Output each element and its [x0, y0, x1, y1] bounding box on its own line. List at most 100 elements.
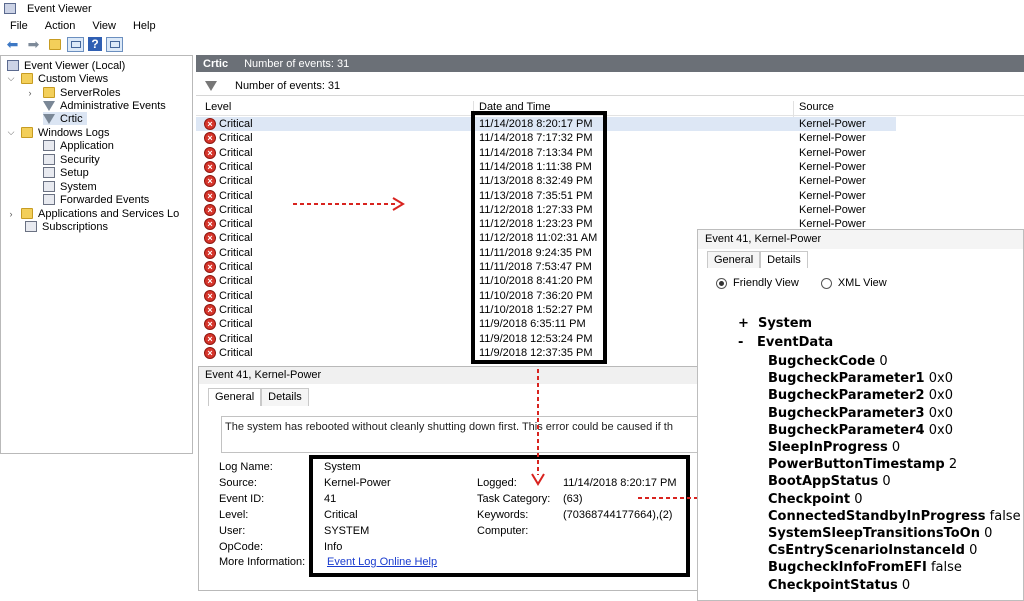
folder-icon — [21, 73, 33, 84]
source-cell: Kernel-Power — [799, 203, 866, 216]
critical-icon: × — [204, 346, 216, 359]
level-cell: × Critical — [204, 332, 253, 346]
tree-setup[interactable]: Setup — [43, 166, 89, 179]
field-value: 0 — [891, 440, 901, 455]
level-text: Critical — [219, 275, 253, 288]
details-highlight-box — [309, 455, 690, 577]
log-name-label: Log Name: — [219, 461, 273, 473]
level-cell: × Critical — [204, 346, 253, 360]
xml-view-radio[interactable] — [820, 277, 832, 289]
help-icon[interactable]: ? — [88, 37, 102, 51]
action-pane-icon[interactable] — [106, 36, 123, 52]
tree-windows-logs[interactable]: ⌵ Windows Logs — [6, 126, 110, 139]
tab-details[interactable]: Details — [261, 388, 309, 406]
eventdata-field: BugcheckParameter2 0x0 — [768, 388, 953, 403]
friendly-view-radio[interactable] — [716, 277, 727, 289]
window-title: Event Viewer — [27, 2, 92, 15]
field-value: 0 — [882, 474, 891, 490]
menu-view[interactable]: View — [82, 20, 123, 32]
level-cell: × Critical — [204, 146, 253, 160]
chevron-right-icon[interactable]: › — [25, 88, 35, 98]
critical-icon: × — [204, 203, 216, 216]
tab-general[interactable]: General — [208, 388, 262, 406]
back-arrow-icon[interactable]: ⬅ — [4, 37, 21, 52]
level-cell: × Critical — [204, 174, 253, 188]
critical-icon: × — [204, 118, 216, 130]
xml-view-label: XML View — [837, 277, 887, 289]
tree-apps-services[interactable]: › Applications and Services Lo — [6, 207, 180, 220]
menu-file[interactable]: File — [0, 20, 35, 32]
eventdata-field: ConnectedStandbyInProgress false — [768, 509, 1021, 524]
system-node[interactable]: + System — [738, 316, 812, 331]
level-cell: × Critical — [204, 117, 253, 131]
level-text: Critical — [219, 261, 253, 273]
field-value: 0 — [984, 526, 993, 541]
level-cell: × Critical — [204, 203, 253, 217]
column-header: Level Date and Time Source — [196, 99, 1024, 118]
filter-event-count: Number of events: 31 — [235, 79, 341, 92]
filter-icon[interactable] — [205, 80, 217, 91]
filter-icon — [43, 113, 55, 124]
tree-application[interactable]: Application — [43, 139, 114, 152]
tree-security[interactable]: Security — [43, 153, 100, 166]
column-source[interactable]: Source — [799, 101, 834, 113]
forward-arrow-icon[interactable]: ➡ — [25, 37, 42, 52]
popup-tab-details[interactable]: Details — [760, 251, 808, 268]
chevron-down-icon[interactable]: ⌵ — [6, 73, 16, 84]
field-value: 0 — [879, 354, 888, 369]
popup-tab-general[interactable]: General — [707, 251, 761, 268]
column-divider[interactable] — [793, 101, 794, 118]
tree-server-roles[interactable]: › ServerRoles — [25, 86, 121, 99]
level-text: Critical — [219, 289, 253, 302]
level-cell: × Critical — [204, 289, 253, 303]
eventdata-field: BugcheckParameter4 0x0 — [768, 423, 953, 438]
tree-custom-views[interactable]: ⌵ Custom Views — [6, 72, 109, 85]
chevron-right-icon[interactable]: › — [6, 209, 16, 219]
menu-help[interactable]: Help — [123, 20, 163, 32]
log-icon — [43, 140, 55, 151]
more-info-label: More Information: — [219, 556, 306, 568]
column-level[interactable]: Level — [205, 101, 231, 113]
tree-custom-views-label: Custom Views — [38, 72, 109, 85]
tree-setup-label: Setup — [60, 166, 89, 179]
tree-root[interactable]: Event Viewer (Local) — [7, 59, 125, 72]
tree-system[interactable]: System — [43, 180, 97, 193]
view-mode-options: Friendly View XML View — [716, 277, 887, 289]
menu-action[interactable]: Action — [35, 20, 83, 32]
critical-icon: × — [204, 160, 216, 173]
level-text: Critical — [219, 132, 253, 145]
log-icon — [43, 181, 55, 192]
critical-icon: × — [204, 303, 216, 316]
field-name: SleepInProgress — [768, 440, 888, 455]
pane-header: Crtic Number of events: 31 — [196, 55, 1024, 72]
chevron-down-icon[interactable]: ⌵ — [6, 127, 16, 138]
tree-subscriptions[interactable]: Subscriptions — [25, 220, 108, 233]
field-value: 0 — [969, 543, 978, 559]
pane-title: Crtic — [203, 57, 229, 70]
tree-system-label: System — [60, 180, 97, 193]
critical-icon: × — [204, 261, 216, 273]
eventdata-field: SleepInProgress 0 — [768, 440, 900, 455]
source-cell: Kernel-Power — [799, 189, 866, 202]
field-name: BootAppStatus — [768, 474, 879, 490]
field-name: CheckpointStatus — [768, 577, 898, 593]
event-viewer-icon — [4, 3, 16, 14]
eventdata-field: CsEntryScenarioInstanceId 0 — [768, 543, 977, 558]
level-cell: × Critical — [204, 303, 253, 317]
event-id-label: Event ID: — [219, 493, 265, 505]
level-text: Critical — [219, 218, 253, 231]
eventdata-node[interactable]: - EventData — [738, 335, 833, 350]
tree-admin-events[interactable]: Administrative Events — [43, 99, 166, 112]
filter-bar: Number of events: 31 — [196, 76, 1024, 96]
level-cell: × Critical — [204, 189, 253, 203]
open-folder-icon[interactable] — [46, 37, 63, 52]
event-list: × Critical 11/14/2018 8:20:17 PM Kernel-Pow… — [196, 117, 896, 363]
critical-icon: × — [204, 218, 216, 231]
eventdata-field: BugcheckParameter1 0x0 — [768, 371, 953, 386]
console-tree-icon[interactable] — [67, 36, 84, 52]
tree-crtic[interactable]: Crtic — [43, 112, 87, 125]
tree-forwarded[interactable]: Forwarded Events — [43, 193, 149, 206]
field-name: SystemSleepTransitionsToOn — [768, 526, 980, 541]
field-value: false — [989, 508, 1021, 524]
toolbar: ⬅ ➡ ? — [0, 34, 1024, 54]
